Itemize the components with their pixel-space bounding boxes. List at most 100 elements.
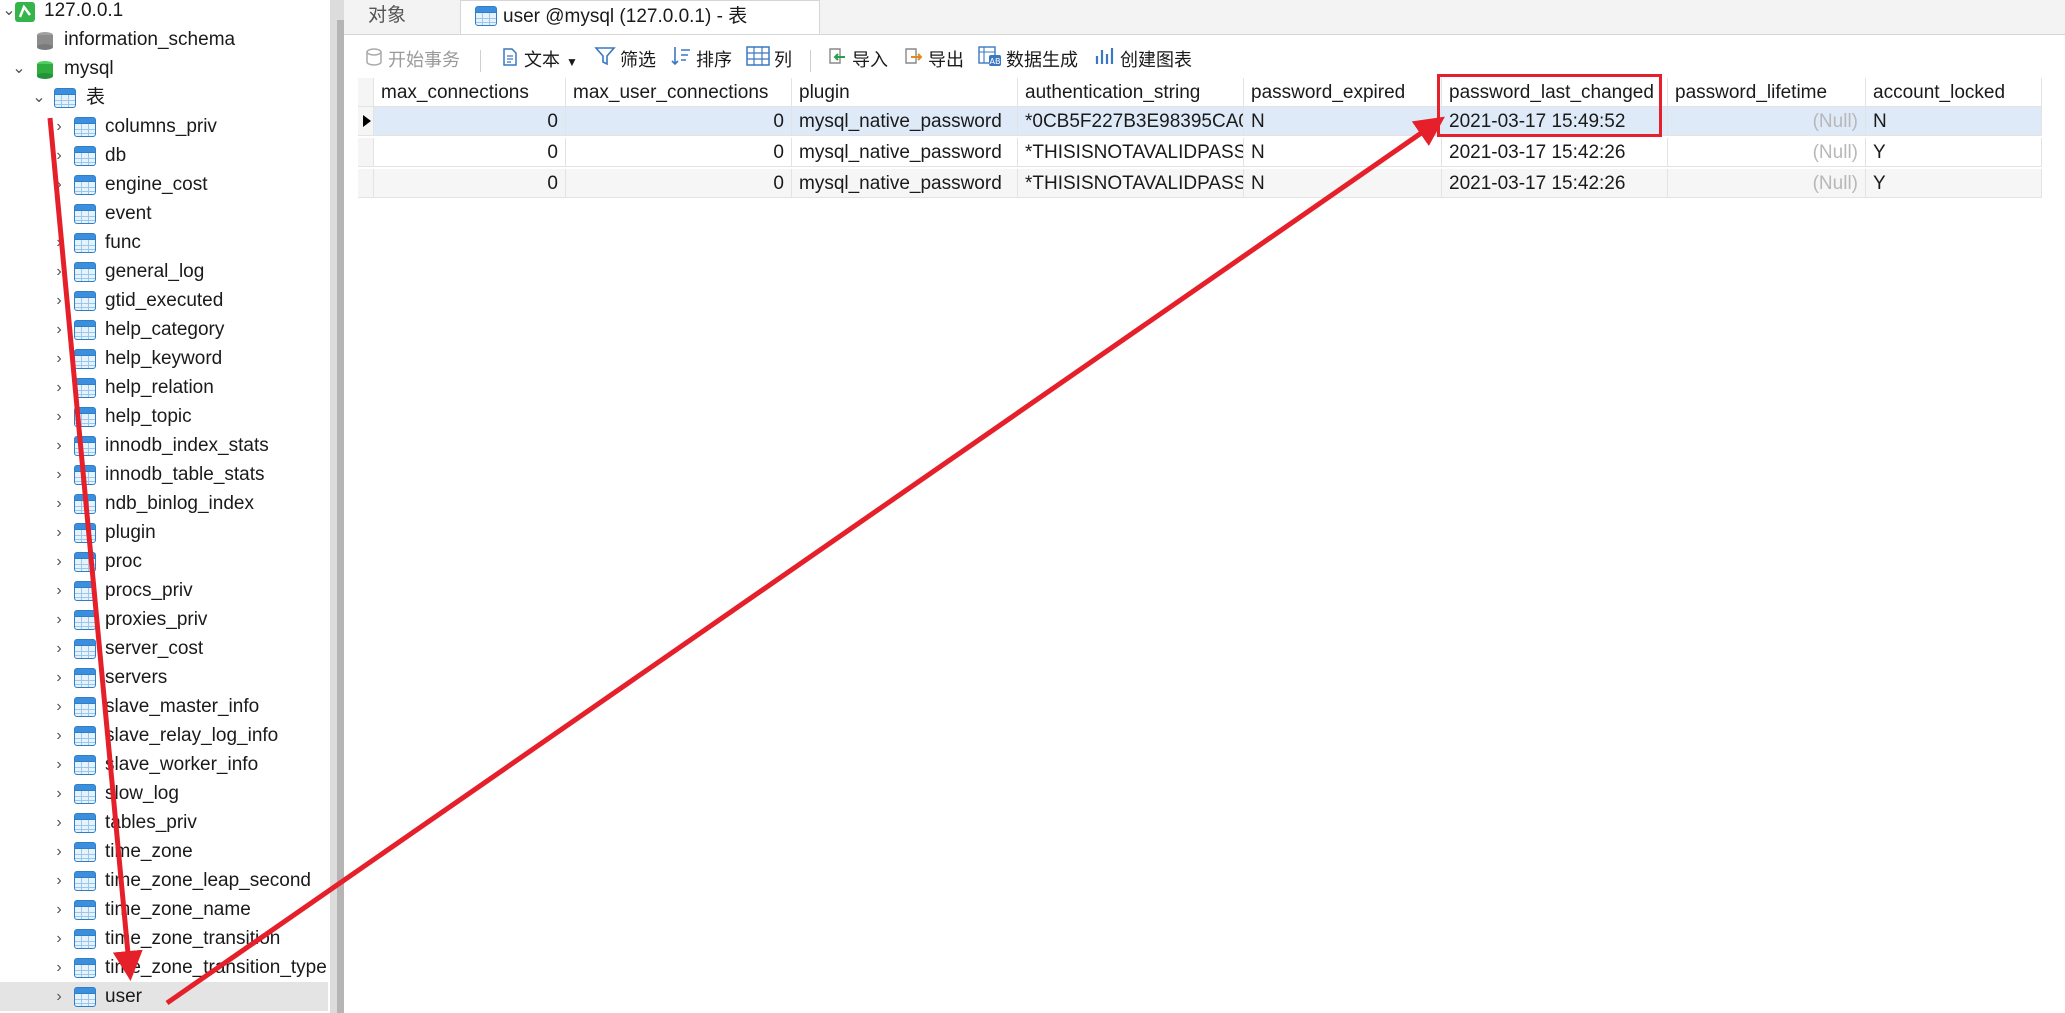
tree-table-innodb-table-stats[interactable]: › innodb_table_stats: [0, 460, 328, 489]
import-button[interactable]: 导入: [826, 42, 888, 78]
tree-table-slave-relay-log-info[interactable]: › slave_relay_log_info: [0, 721, 328, 750]
tree-table-general-log[interactable]: › general_log: [0, 257, 328, 286]
chevron-right-icon[interactable]: ›: [50, 982, 68, 1011]
cell-password-lifetime[interactable]: (Null): [1668, 138, 1866, 167]
column-header-max-user-connections[interactable]: max_user_connections: [566, 78, 792, 107]
tree-table-innodb-index-stats[interactable]: › innodb_index_stats: [0, 431, 328, 460]
dropdown-caret-icon[interactable]: ▼: [566, 55, 578, 69]
tree-table-time-zone[interactable]: › time_zone: [0, 837, 328, 866]
tree-tables-group[interactable]: ⌄ 表: [0, 83, 328, 112]
chevron-right-icon[interactable]: ›: [50, 837, 68, 866]
tree-table-slave-worker-info[interactable]: › slave_worker_info: [0, 750, 328, 779]
tree-table-time-zone-transition-type[interactable]: › time_zone_transition_type: [0, 953, 328, 982]
begin-transaction-button[interactable]: 开始事务: [364, 42, 460, 78]
column-header-password-lifetime[interactable]: password_lifetime: [1668, 78, 1866, 107]
tree-table-plugin[interactable]: › plugin: [0, 518, 328, 547]
export-button[interactable]: 导出: [902, 42, 964, 78]
chevron-right-icon[interactable]: ›: [50, 779, 68, 808]
chevron-right-icon[interactable]: ›: [50, 402, 68, 431]
tree-table-func[interactable]: › func: [0, 228, 328, 257]
cell-plugin[interactable]: mysql_native_password: [792, 169, 1018, 198]
cell-plugin[interactable]: mysql_native_password: [792, 107, 1018, 136]
tree-table-time-zone-name[interactable]: › time_zone_name: [0, 895, 328, 924]
chevron-down-icon[interactable]: ⌄: [10, 54, 28, 83]
pane-splitter-grip[interactable]: [337, 20, 344, 1013]
chevron-right-icon[interactable]: ›: [50, 692, 68, 721]
tree-table-help-category[interactable]: › help_category: [0, 315, 328, 344]
tree-table-user[interactable]: › user: [0, 982, 328, 1011]
tree-table-gtid-executed[interactable]: › gtid_executed: [0, 286, 328, 315]
chevron-right-icon[interactable]: ›: [50, 257, 68, 286]
cell-password-last-changed[interactable]: 2021-03-17 15:42:26: [1442, 169, 1668, 198]
chevron-right-icon[interactable]: ›: [50, 808, 68, 837]
sort-button[interactable]: 排序: [670, 42, 732, 78]
cell-password-expired[interactable]: N: [1244, 169, 1442, 198]
tree-db-information-schema[interactable]: information_schema: [0, 25, 328, 54]
chevron-right-icon[interactable]: ›: [50, 663, 68, 692]
chevron-right-icon[interactable]: ›: [50, 634, 68, 663]
tree-table-proxies-priv[interactable]: › proxies_priv: [0, 605, 328, 634]
chevron-right-icon[interactable]: ›: [50, 460, 68, 489]
cell-max-user-connections[interactable]: 0: [566, 138, 792, 167]
tree-table-servers[interactable]: › servers: [0, 663, 328, 692]
chevron-right-icon[interactable]: ›: [50, 489, 68, 518]
column-header-max-connections[interactable]: max_connections: [374, 78, 566, 107]
chevron-right-icon[interactable]: ›: [50, 141, 68, 170]
tree-table-time-zone-transition[interactable]: › time_zone_transition: [0, 924, 328, 953]
data-generation-button[interactable]: AB 数据生成: [978, 42, 1078, 78]
column-header-authentication-string[interactable]: authentication_string: [1018, 78, 1244, 107]
tree-db-mysql[interactable]: ⌄ mysql: [0, 54, 328, 83]
text-view-button[interactable]: 文本 ▼: [500, 42, 578, 78]
tree-table-slave-master-info[interactable]: › slave_master_info: [0, 692, 328, 721]
column-header-account-locked[interactable]: account_locked: [1866, 78, 2042, 107]
cell-plugin[interactable]: mysql_native_password: [792, 138, 1018, 167]
tree-table-proc[interactable]: › proc: [0, 547, 328, 576]
tree-table-columns-priv[interactable]: › columns_priv: [0, 112, 328, 141]
row-header[interactable]: [358, 138, 374, 167]
row-header[interactable]: [358, 169, 374, 198]
tree-table-help-keyword[interactable]: › help_keyword: [0, 344, 328, 373]
chevron-down-icon[interactable]: ⌄: [30, 83, 48, 112]
cell-password-last-changed[interactable]: 2021-03-17 15:42:26: [1442, 138, 1668, 167]
chevron-right-icon[interactable]: ›: [50, 866, 68, 895]
cell-max-connections[interactable]: 0: [374, 138, 566, 167]
current-row-indicator[interactable]: [358, 107, 374, 136]
cell-max-user-connections[interactable]: 0: [566, 107, 792, 136]
chevron-right-icon[interactable]: ›: [50, 953, 68, 982]
cell-password-lifetime[interactable]: (Null): [1668, 107, 1866, 136]
tree-table-time-zone-leap-second[interactable]: › time_zone_leap_second: [0, 866, 328, 895]
chevron-right-icon[interactable]: ›: [50, 431, 68, 460]
tree-table-procs-priv[interactable]: › procs_priv: [0, 576, 328, 605]
tab-objects[interactable]: 对象: [344, 0, 460, 34]
cell-authentication-string[interactable]: *0CB5F227B3E98395CA0: [1018, 107, 1244, 136]
cell-password-lifetime[interactable]: (Null): [1668, 169, 1866, 198]
cell-max-user-connections[interactable]: 0: [566, 169, 792, 198]
tree-table-tables-priv[interactable]: › tables_priv: [0, 808, 328, 837]
chevron-right-icon[interactable]: ›: [50, 170, 68, 199]
cell-account-locked[interactable]: N: [1866, 107, 2042, 136]
chevron-right-icon[interactable]: ›: [50, 199, 68, 228]
tree-table-event[interactable]: › event: [0, 199, 328, 228]
chevron-right-icon[interactable]: ›: [50, 924, 68, 953]
tab-user-table[interactable]: user @mysql (127.0.0.1) - 表: [460, 0, 820, 34]
cell-authentication-string[interactable]: *THISISNOTAVALIDPASSWORD: [1018, 169, 1244, 198]
tree-table-engine-cost[interactable]: › engine_cost: [0, 170, 328, 199]
create-chart-button[interactable]: 创建图表: [1094, 42, 1192, 78]
cell-password-expired[interactable]: N: [1244, 107, 1442, 136]
chevron-right-icon[interactable]: ›: [50, 112, 68, 141]
chevron-right-icon[interactable]: ›: [50, 228, 68, 257]
chevron-right-icon[interactable]: ›: [50, 315, 68, 344]
tree-connection[interactable]: ⌄ 127.0.0.1: [0, 0, 328, 25]
column-header-password-expired[interactable]: password_expired: [1244, 78, 1442, 107]
cell-account-locked[interactable]: Y: [1866, 169, 2042, 198]
cell-authentication-string[interactable]: *THISISNOTAVALIDPASSWORD: [1018, 138, 1244, 167]
chevron-right-icon[interactable]: ›: [50, 895, 68, 924]
columns-button[interactable]: 列: [746, 42, 792, 78]
cell-password-expired[interactable]: N: [1244, 138, 1442, 167]
tree-table-db[interactable]: › db: [0, 141, 328, 170]
chevron-right-icon[interactable]: ›: [50, 605, 68, 634]
tree-table-ndb-binlog-index[interactable]: › ndb_binlog_index: [0, 489, 328, 518]
filter-button[interactable]: 筛选: [594, 42, 656, 78]
cell-account-locked[interactable]: Y: [1866, 138, 2042, 167]
chevron-right-icon[interactable]: ›: [50, 547, 68, 576]
